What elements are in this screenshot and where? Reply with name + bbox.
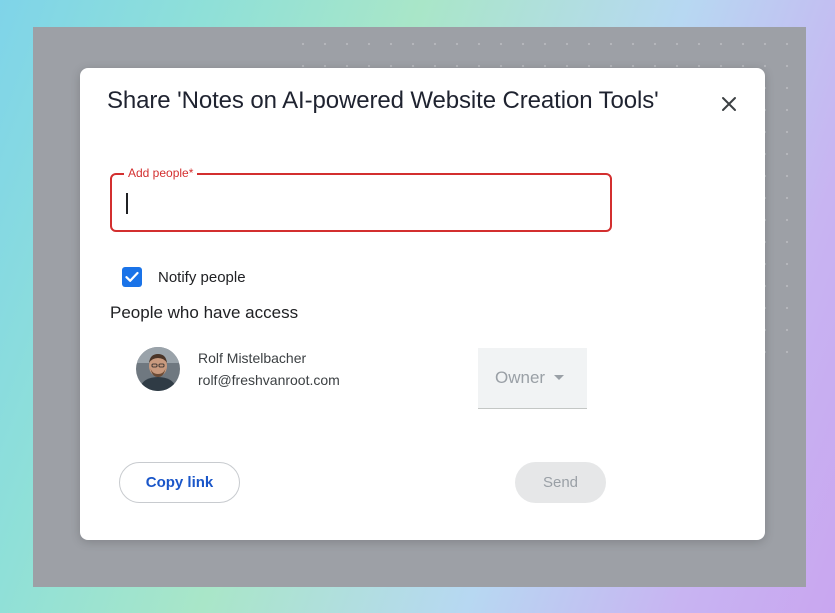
add-people-label: Add people* [124,166,198,180]
close-icon [722,97,736,111]
person-name: Rolf Mistelbacher [198,350,307,366]
copy-link-button[interactable]: Copy link [119,462,240,503]
notify-people-label: Notify people [158,269,246,286]
share-dialog: Share 'Notes on AI-powered Website Creat… [80,68,765,540]
checkmark-icon [125,271,139,282]
text-cursor [126,193,128,214]
notify-people-checkbox[interactable] [122,267,142,287]
avatar [136,347,180,391]
caret-down-icon [554,375,565,380]
add-people-input[interactable] [124,191,598,217]
access-heading: People who have access [110,303,299,322]
dialog-title: Share 'Notes on AI-powered Website Creat… [107,87,659,114]
send-button[interactable]: Send [515,462,606,503]
role-dropdown[interactable]: Owner [478,348,587,409]
person-email: rolf@freshvanroot.com [198,372,340,388]
add-people-field[interactable]: Add people* [110,166,612,232]
close-button[interactable] [716,91,742,117]
role-label: Owner [495,368,546,387]
